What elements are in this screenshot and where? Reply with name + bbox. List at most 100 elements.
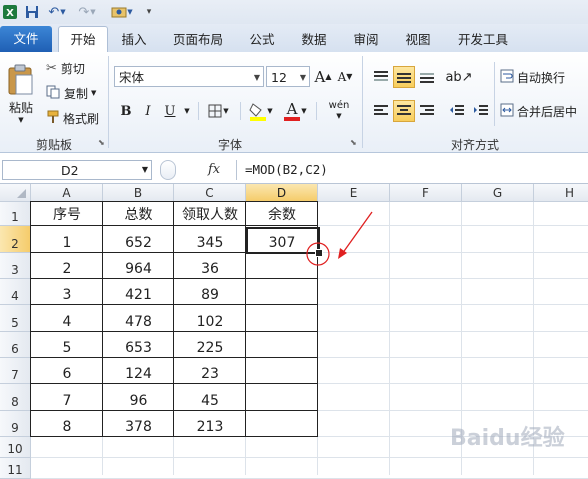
increase-indent-button[interactable] <box>470 100 492 122</box>
table-cell[interactable]: 89 <box>174 279 246 305</box>
table-cell[interactable]: 3 <box>31 279 103 305</box>
table-cell[interactable]: 652 <box>103 226 174 253</box>
column-header-c[interactable]: C <box>174 184 246 202</box>
fill-color-button[interactable]: ▼ <box>246 98 276 124</box>
align-right-button[interactable] <box>416 100 438 122</box>
row-header-1[interactable]: 1 <box>0 202 31 226</box>
tab-page-layout[interactable]: 页面布局 <box>165 29 231 51</box>
table-cell[interactable]: 36 <box>174 253 246 279</box>
table-cell[interactable]: 478 <box>103 305 174 332</box>
wrap-text-button[interactable]: 自动换行 <box>500 66 586 88</box>
borders-button[interactable]: ▼ <box>204 100 232 122</box>
tab-insert[interactable]: 插入 <box>112 29 156 51</box>
shrink-font-icon[interactable]: A ▼ <box>336 66 354 87</box>
font-color-button[interactable]: A ▼ <box>280 98 310 124</box>
align-left-button[interactable] <box>370 100 392 122</box>
table-cell[interactable] <box>246 332 318 358</box>
table-cell[interactable]: 653 <box>103 332 174 358</box>
column-header-d[interactable]: D <box>246 184 318 202</box>
table-cell[interactable]: 378 <box>103 411 174 437</box>
table-cell[interactable]: 5 <box>31 332 103 358</box>
table-header-cell[interactable]: 序号 <box>31 202 103 226</box>
tab-file[interactable]: 文件 <box>0 26 52 52</box>
worksheet-grid[interactable]: ABCDEFGH 1 2 3 4 5 6 7 8 9 10 11 序号 总数 领取人数 余数 1 652 345… <box>0 184 588 479</box>
row-header-3[interactable]: 3 <box>0 253 31 279</box>
align-center-button[interactable] <box>393 100 415 122</box>
row-header-6[interactable]: 6 <box>0 332 31 358</box>
orientation-button[interactable]: ab↗ <box>445 66 472 88</box>
table-cell[interactable]: 7 <box>31 384 103 411</box>
undo-icon[interactable]: ↶ ▼ <box>46 3 68 21</box>
column-header-b[interactable]: B <box>103 184 174 202</box>
table-cell[interactable]: 1 <box>31 226 103 253</box>
table-cell[interactable]: 23 <box>174 358 246 384</box>
tab-view[interactable]: 视图 <box>396 29 440 51</box>
table-cell[interactable]: 421 <box>103 279 174 305</box>
underline-button[interactable]: U <box>160 100 180 122</box>
tab-developer[interactable]: 开发工具 <box>450 29 516 51</box>
table-cell[interactable] <box>246 305 318 332</box>
font-size-combo[interactable]: 12 ▼ <box>266 66 310 87</box>
column-header-f[interactable]: F <box>390 184 462 202</box>
copy-button[interactable]: 复制 ▼ <box>46 83 106 103</box>
row-header-7[interactable]: 7 <box>0 358 31 384</box>
grow-font-icon[interactable]: A ▲ <box>314 66 332 87</box>
font-name-combo[interactable]: 宋体 ▼ <box>114 66 264 87</box>
table-cell[interactable]: 345 <box>174 226 246 253</box>
table-cell[interactable]: 96 <box>103 384 174 411</box>
name-box[interactable]: D2 ▼ <box>2 160 152 180</box>
insert-function-icon[interactable]: fx <box>208 162 220 177</box>
row-header-4[interactable]: 4 <box>0 279 31 305</box>
table-cell[interactable]: 225 <box>174 332 246 358</box>
phonetic-button[interactable]: wén ▼ <box>322 98 356 124</box>
align-bottom-button[interactable] <box>416 66 438 88</box>
table-cell[interactable]: 6 <box>31 358 103 384</box>
name-box-dropdown-icon[interactable]: ▼ <box>142 165 148 174</box>
table-cell[interactable]: 213 <box>174 411 246 437</box>
table-cell[interactable]: 102 <box>174 305 246 332</box>
cut-button[interactable]: ✂ 剪切 <box>46 58 106 78</box>
select-all-corner[interactable] <box>0 184 31 202</box>
tab-review[interactable]: 审阅 <box>344 29 388 51</box>
row-header-9[interactable]: 9 <box>0 411 31 437</box>
table-cell[interactable]: 2 <box>31 253 103 279</box>
align-top-button[interactable] <box>370 66 392 88</box>
tab-formulas[interactable]: 公式 <box>240 29 284 51</box>
table-cell[interactable]: 964 <box>103 253 174 279</box>
table-cell[interactable] <box>246 384 318 411</box>
align-middle-button[interactable] <box>393 66 415 88</box>
column-header-e[interactable]: E <box>318 184 390 202</box>
qat-more-icon[interactable]: ▾ <box>144 3 154 21</box>
table-cell[interactable]: 124 <box>103 358 174 384</box>
row-header-2[interactable]: 2 <box>0 226 31 253</box>
row-header-5[interactable]: 5 <box>0 305 31 332</box>
save-icon[interactable] <box>24 3 40 21</box>
table-cell[interactable]: 45 <box>174 384 246 411</box>
table-header-cell[interactable]: 总数 <box>103 202 174 226</box>
tab-data[interactable]: 数据 <box>292 29 336 51</box>
table-cell[interactable]: 4 <box>31 305 103 332</box>
paste-button[interactable]: 粘贴 ▼ <box>4 56 38 130</box>
row-header-8[interactable]: 8 <box>0 384 31 411</box>
customize-icon[interactable]: ▼ <box>108 3 136 21</box>
row-header-11[interactable]: 11 <box>0 458 31 479</box>
tab-home[interactable]: 开始 <box>58 26 108 53</box>
merge-center-button[interactable]: 合并后居中 <box>500 100 588 122</box>
column-header-a[interactable]: A <box>31 184 103 202</box>
formula-input[interactable]: =MOD(B2,C2) <box>236 160 588 180</box>
row-header-10[interactable]: 10 <box>0 437 31 458</box>
column-header-g[interactable]: G <box>462 184 534 202</box>
format-painter-button[interactable]: 格式刷 <box>46 108 106 128</box>
table-cell[interactable] <box>246 411 318 437</box>
italic-button[interactable]: I <box>138 100 158 122</box>
formula-bar-splitter[interactable] <box>160 160 176 180</box>
clipboard-launcher-icon[interactable]: ⬊ <box>98 138 105 147</box>
bold-button[interactable]: B <box>116 100 136 122</box>
table-cell[interactable] <box>246 358 318 384</box>
redo-icon[interactable]: ↷ ▼ <box>76 3 98 21</box>
font-launcher-icon[interactable]: ⬊ <box>350 138 357 147</box>
table-header-cell[interactable]: 领取人数 <box>174 202 246 226</box>
underline-dropdown-icon[interactable]: ▼ <box>182 100 192 122</box>
column-header-h[interactable]: H <box>534 184 588 202</box>
decrease-indent-button[interactable] <box>446 100 468 122</box>
